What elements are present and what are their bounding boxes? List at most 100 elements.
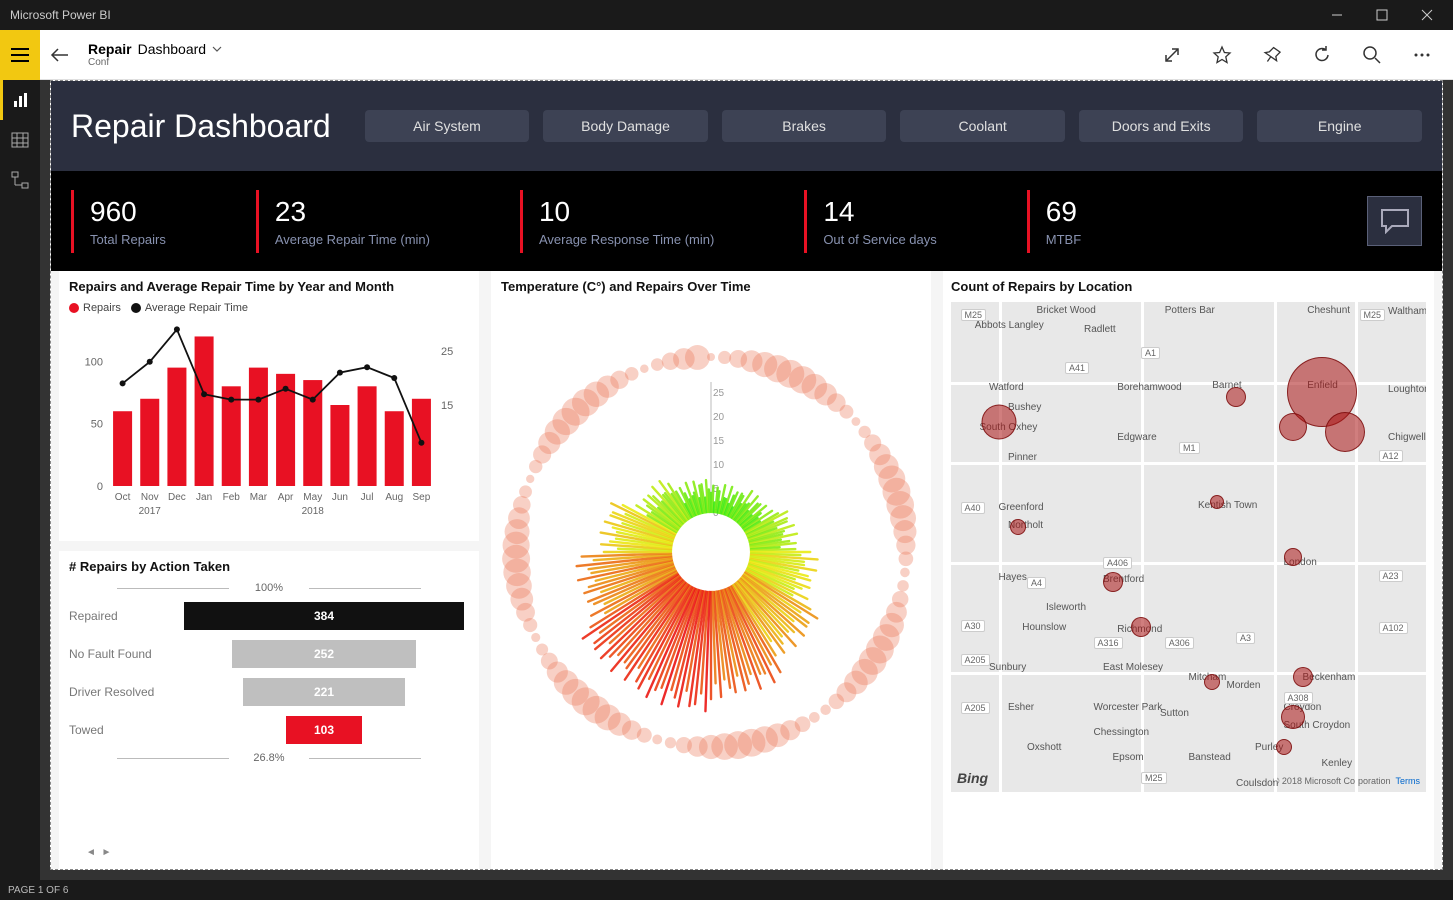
map-road-badge: A40: [961, 502, 985, 514]
map-place-label: Banstead: [1189, 752, 1231, 763]
app-title: Microsoft Power BI: [10, 8, 111, 22]
pin-icon[interactable]: [1261, 44, 1283, 66]
map-bubble[interactable]: [1279, 413, 1307, 441]
map-place-label: Cheshunt: [1307, 305, 1350, 316]
map-bubble[interactable]: [1010, 519, 1026, 535]
filter-pill[interactable]: Body Damage: [543, 110, 708, 142]
filter-pill[interactable]: Brakes: [722, 110, 887, 142]
map-place-label: Kentish Town: [1198, 500, 1257, 511]
map-bubble[interactable]: [1281, 705, 1305, 729]
kpi-card[interactable]: 69MTBF: [1027, 190, 1171, 253]
report-canvas: Repair Dashboard Air System Body Damage …: [50, 80, 1443, 870]
kpi-row: 960Total Repairs 23Average Repair Time (…: [51, 171, 1442, 271]
map-road-badge: A205: [961, 702, 990, 714]
map-road-badge: A406: [1103, 557, 1132, 569]
comment-button[interactable]: [1367, 196, 1422, 246]
kpi-card[interactable]: 14Out of Service days: [804, 190, 1026, 253]
filter-pill[interactable]: Coolant: [900, 110, 1065, 142]
funnel-label: Repaired: [69, 609, 179, 623]
svg-text:Nov: Nov: [141, 492, 159, 503]
kpi-card[interactable]: 10Average Response Time (min): [520, 190, 804, 253]
svg-text:10: 10: [713, 460, 725, 471]
svg-text:15: 15: [713, 436, 725, 447]
nav-data-icon[interactable]: [0, 120, 40, 160]
svg-text:Jul: Jul: [361, 492, 374, 503]
nav-model-icon[interactable]: [0, 160, 40, 200]
svg-text:100: 100: [85, 356, 103, 368]
filter-pill[interactable]: Doors and Exits: [1079, 110, 1244, 142]
chart-repairs-by-action[interactable]: # Repairs by Action Taken 100% Repaired3…: [59, 551, 479, 869]
map-visual[interactable]: Bing © 2018 Microsoft Corporation Terms …: [951, 302, 1426, 792]
map-bubble[interactable]: [1210, 495, 1224, 509]
map-terms-link[interactable]: Terms: [1396, 776, 1421, 786]
map-road-badge: A205: [961, 654, 990, 666]
breadcrumb[interactable]: Repair Dashboard Conf: [80, 41, 222, 68]
window-titlebar: Microsoft Power BI: [0, 0, 1453, 30]
fullscreen-icon[interactable]: [1161, 44, 1183, 66]
svg-text:Mar: Mar: [250, 492, 268, 503]
map-place-label: Esher: [1008, 702, 1034, 713]
chart-temperature-radial[interactable]: Temperature (C°) and Repairs Over Time 0…: [491, 271, 931, 869]
map-bubble[interactable]: [1131, 617, 1151, 637]
kpi-card[interactable]: 23Average Repair Time (min): [256, 190, 520, 253]
map-bubble[interactable]: [1103, 572, 1123, 592]
funnel-bar: 221: [243, 678, 404, 706]
chevron-down-icon: [212, 46, 222, 52]
funnel-label: Driver Resolved: [69, 685, 179, 699]
minimize-button[interactable]: [1314, 0, 1359, 30]
chart-repairs-map[interactable]: Count of Repairs by Location Bing © 2018…: [943, 271, 1434, 869]
map-attribution: © 2018 Microsoft Corporation Terms: [1273, 776, 1420, 786]
horizontal-scroll-arrows[interactable]: ◄ ►: [86, 847, 111, 858]
dashboard-title: Repair Dashboard: [71, 108, 331, 145]
breadcrumb-section: Dashboard: [138, 41, 207, 57]
map-road-badge: A3: [1236, 632, 1255, 644]
chart-title: # Repairs by Action Taken: [69, 559, 469, 574]
funnel-row: No Fault Found252: [69, 638, 469, 670]
map-bubble[interactable]: [1226, 387, 1246, 407]
map-place-label: Sutton: [1160, 708, 1189, 719]
map-place-label: Edgware: [1117, 432, 1156, 443]
svg-text:Jun: Jun: [332, 492, 348, 503]
map-place-label: Pinner: [1008, 452, 1037, 463]
nav-report-icon[interactable]: [0, 80, 40, 120]
map-bubble[interactable]: [1325, 412, 1365, 452]
map-place-label: Bricket Wood: [1037, 305, 1096, 316]
map-place-label: Isleworth: [1046, 602, 1086, 613]
chart-repairs-by-month[interactable]: Repairs and Average Repair Time by Year …: [59, 271, 479, 541]
svg-text:15: 15: [441, 400, 453, 412]
more-icon[interactable]: [1411, 44, 1433, 66]
app-toolbar: Repair Dashboard Conf: [0, 30, 1453, 80]
search-icon[interactable]: [1361, 44, 1383, 66]
map-place-label: Morden: [1227, 680, 1261, 691]
filter-pill[interactable]: Engine: [1257, 110, 1422, 142]
map-place-label: Watford: [989, 382, 1024, 393]
map-bubble[interactable]: [981, 405, 1016, 440]
refresh-icon[interactable]: [1311, 44, 1333, 66]
hamburger-menu[interactable]: [0, 30, 40, 80]
map-place-label: Epsom: [1113, 752, 1144, 763]
favorite-icon[interactable]: [1211, 44, 1233, 66]
funnel-label: No Fault Found: [69, 647, 179, 661]
map-road-badge: A30: [961, 620, 985, 632]
map-place-label: Abbots Langley: [975, 320, 1044, 331]
map-road-badge: M25: [961, 309, 987, 321]
map-bubble[interactable]: [1204, 674, 1220, 690]
map-place-label: Coulsdon: [1236, 778, 1278, 789]
map-bubble[interactable]: [1284, 548, 1302, 566]
svg-text:Sep: Sep: [413, 492, 431, 503]
kpi-card[interactable]: 960Total Repairs: [71, 190, 256, 253]
map-place-label: Hayes: [999, 572, 1027, 583]
left-nav-rail: [0, 80, 40, 880]
funnel-bar: 384: [184, 602, 464, 630]
map-place-label: Chessington: [1094, 727, 1150, 738]
map-place-label: Borehamwood: [1117, 382, 1181, 393]
maximize-button[interactable]: [1359, 0, 1404, 30]
map-road-badge: A316: [1094, 637, 1123, 649]
map-bubble[interactable]: [1276, 739, 1292, 755]
chart-title: Repairs and Average Repair Time by Year …: [69, 279, 469, 294]
funnel-row: Repaired 384: [69, 600, 469, 632]
back-button[interactable]: [40, 30, 80, 80]
close-button[interactable]: [1404, 0, 1449, 30]
filter-pill[interactable]: Air System: [365, 110, 530, 142]
map-bubble[interactable]: [1293, 667, 1313, 687]
